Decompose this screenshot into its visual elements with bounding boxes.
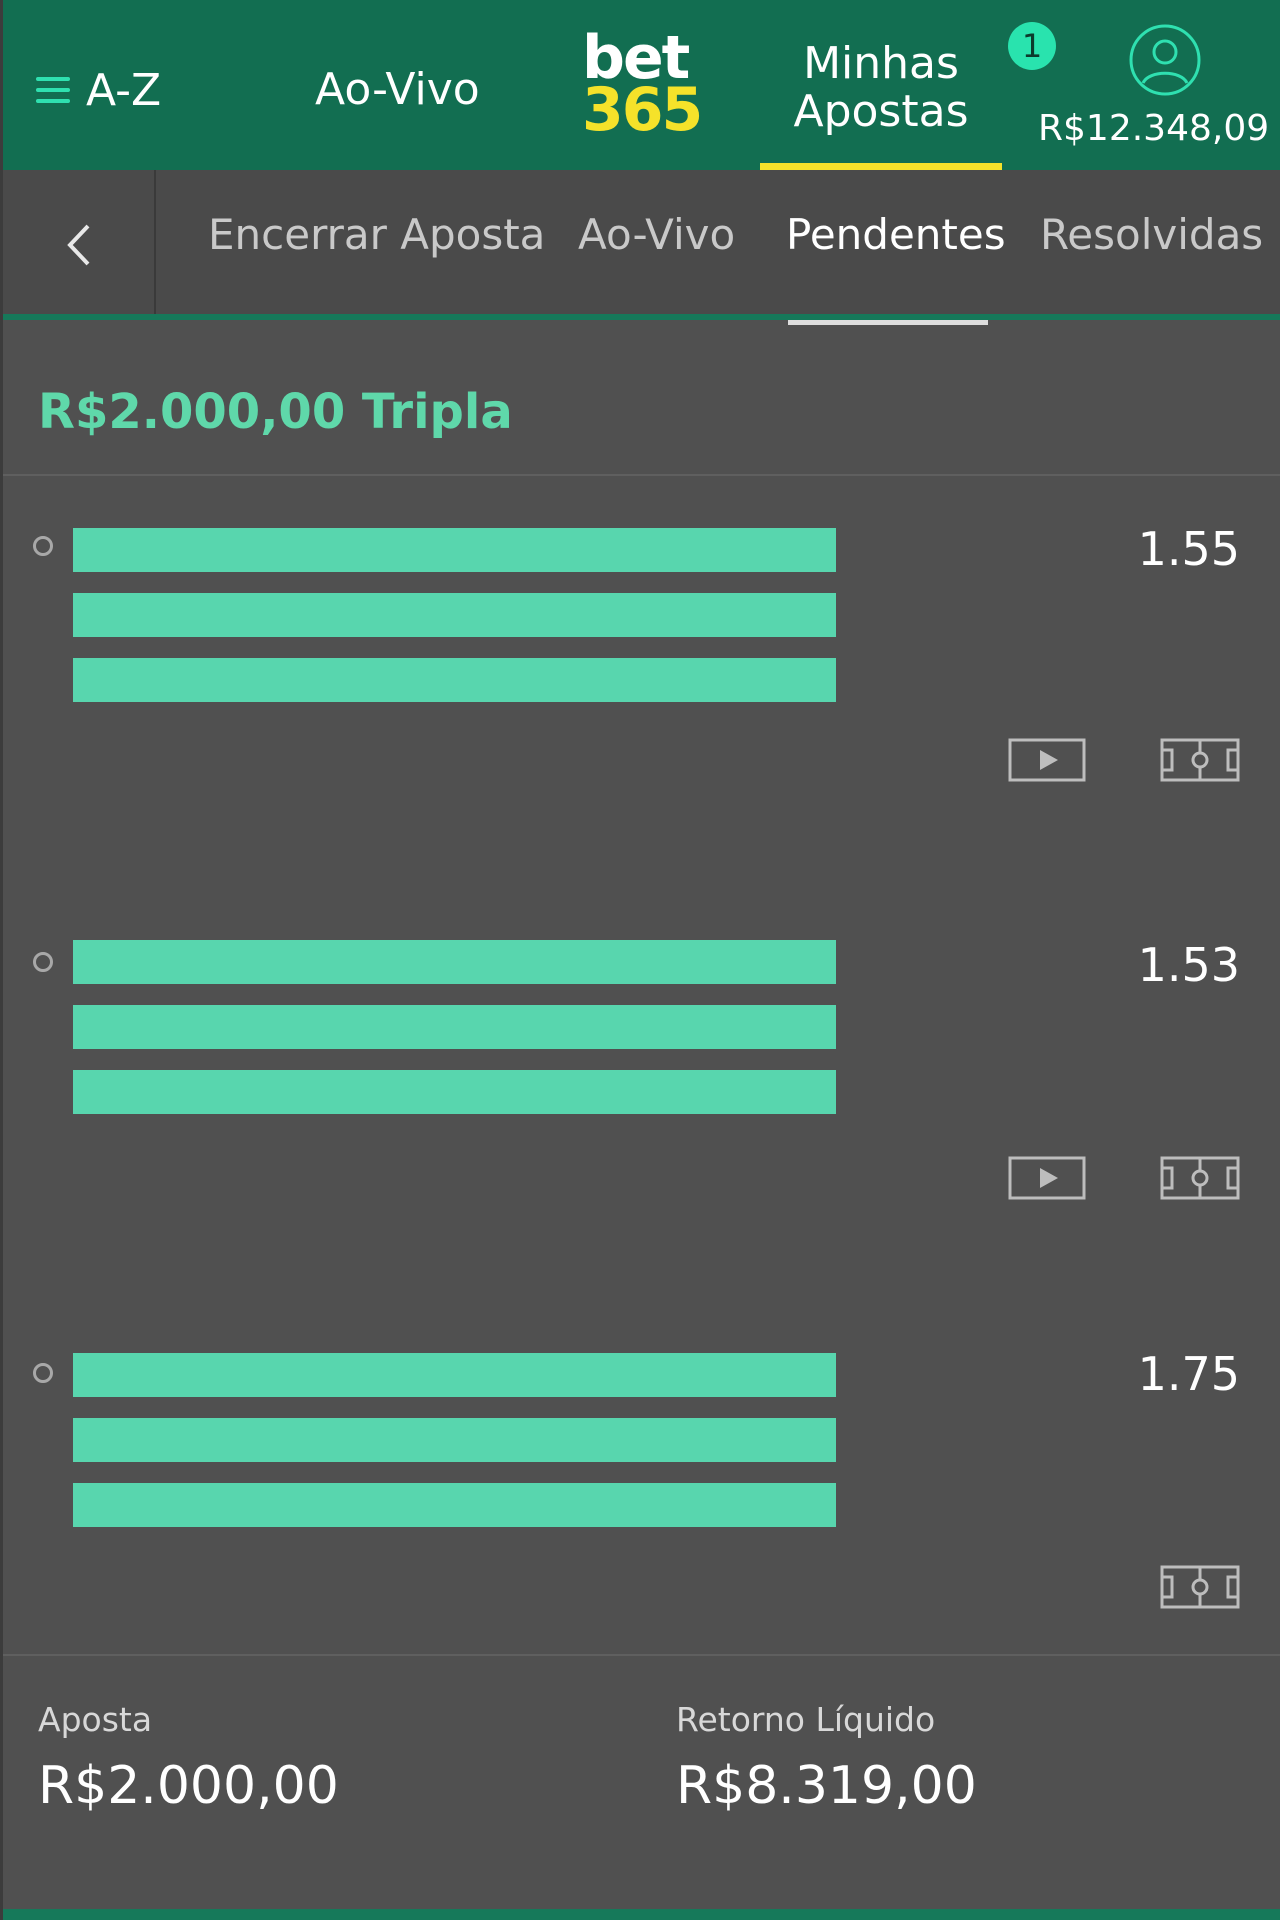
tab-resolvidas[interactable]: Resolvidas: [1040, 210, 1263, 259]
bet-summary: Aposta R$2.000,00 Retorno Líquido R$8.31…: [0, 1654, 1280, 1912]
tab-pendentes[interactable]: Pendentes: [786, 210, 1006, 259]
chevron-left-icon: [67, 224, 90, 266]
selection-item: 1.55: [0, 474, 1280, 864]
pitch-icon[interactable]: [1160, 1565, 1240, 1609]
bottom-accent-line: [0, 1909, 1280, 1920]
selection-odds: 1.53: [1137, 938, 1240, 992]
tab-encerrar-aposta[interactable]: Encerrar Aposta: [208, 210, 545, 259]
bet-title: R$2.000,00 Tripla: [38, 384, 513, 440]
mybets-tabbar: Encerrar Aposta Ao-Vivo Pendentes Resolv…: [0, 170, 1280, 325]
bet365-logo[interactable]: bet 365: [582, 28, 708, 140]
selection-status-icon: [33, 536, 53, 556]
selection-text-line: [73, 1353, 836, 1397]
return-value: R$8.319,00: [676, 1756, 977, 1816]
pitch-icon[interactable]: [1160, 738, 1240, 782]
selection-text-line: [73, 1418, 836, 1462]
return-label: Retorno Líquido: [676, 1700, 936, 1739]
selection-status-icon: [33, 952, 53, 972]
selection-status-icon: [33, 1363, 53, 1383]
nav-aovivo[interactable]: Ao-Vivo: [315, 58, 480, 122]
az-label: A-Z: [86, 64, 162, 116]
top-header: A-Z Ao-Vivo bet 365 Minhas Apostas 1 R$1…: [0, 0, 1280, 170]
selection-text-line: [73, 1483, 836, 1527]
active-nav-underline: [760, 163, 1002, 170]
selection-item: 1.53: [0, 890, 1280, 1280]
selection-item: 1.75: [0, 1300, 1280, 1650]
left-edge: [0, 0, 3, 1920]
selection-text-line: [73, 593, 836, 637]
nav-minhas-apostas[interactable]: Minhas Apostas: [760, 40, 1002, 136]
back-button[interactable]: [0, 170, 156, 314]
selection-text-line: [73, 1005, 836, 1049]
pitch-icon[interactable]: [1160, 1156, 1240, 1200]
bet-header: R$2.000,00 Tripla: [0, 320, 1280, 476]
tab-ao-vivo[interactable]: Ao-Vivo: [578, 210, 735, 259]
play-icon[interactable]: [1008, 738, 1086, 782]
user-account-icon[interactable]: [1127, 22, 1203, 98]
selection-text-line: [73, 528, 836, 572]
bet-count-badge: 1: [1008, 22, 1056, 70]
hamburger-icon: [36, 70, 70, 110]
selection-odds: 1.75: [1137, 1347, 1240, 1401]
selection-odds: 1.55: [1137, 522, 1240, 576]
stake-value: R$2.000,00: [38, 1756, 339, 1816]
az-menu-button[interactable]: A-Z: [36, 60, 161, 120]
selection-text-line: [73, 1070, 836, 1114]
selection-text-line: [73, 658, 836, 702]
stake-label: Aposta: [38, 1700, 153, 1739]
selection-text-line: [73, 940, 836, 984]
account-balance[interactable]: R$12.348,09: [1038, 108, 1269, 149]
play-icon[interactable]: [1008, 1156, 1086, 1200]
